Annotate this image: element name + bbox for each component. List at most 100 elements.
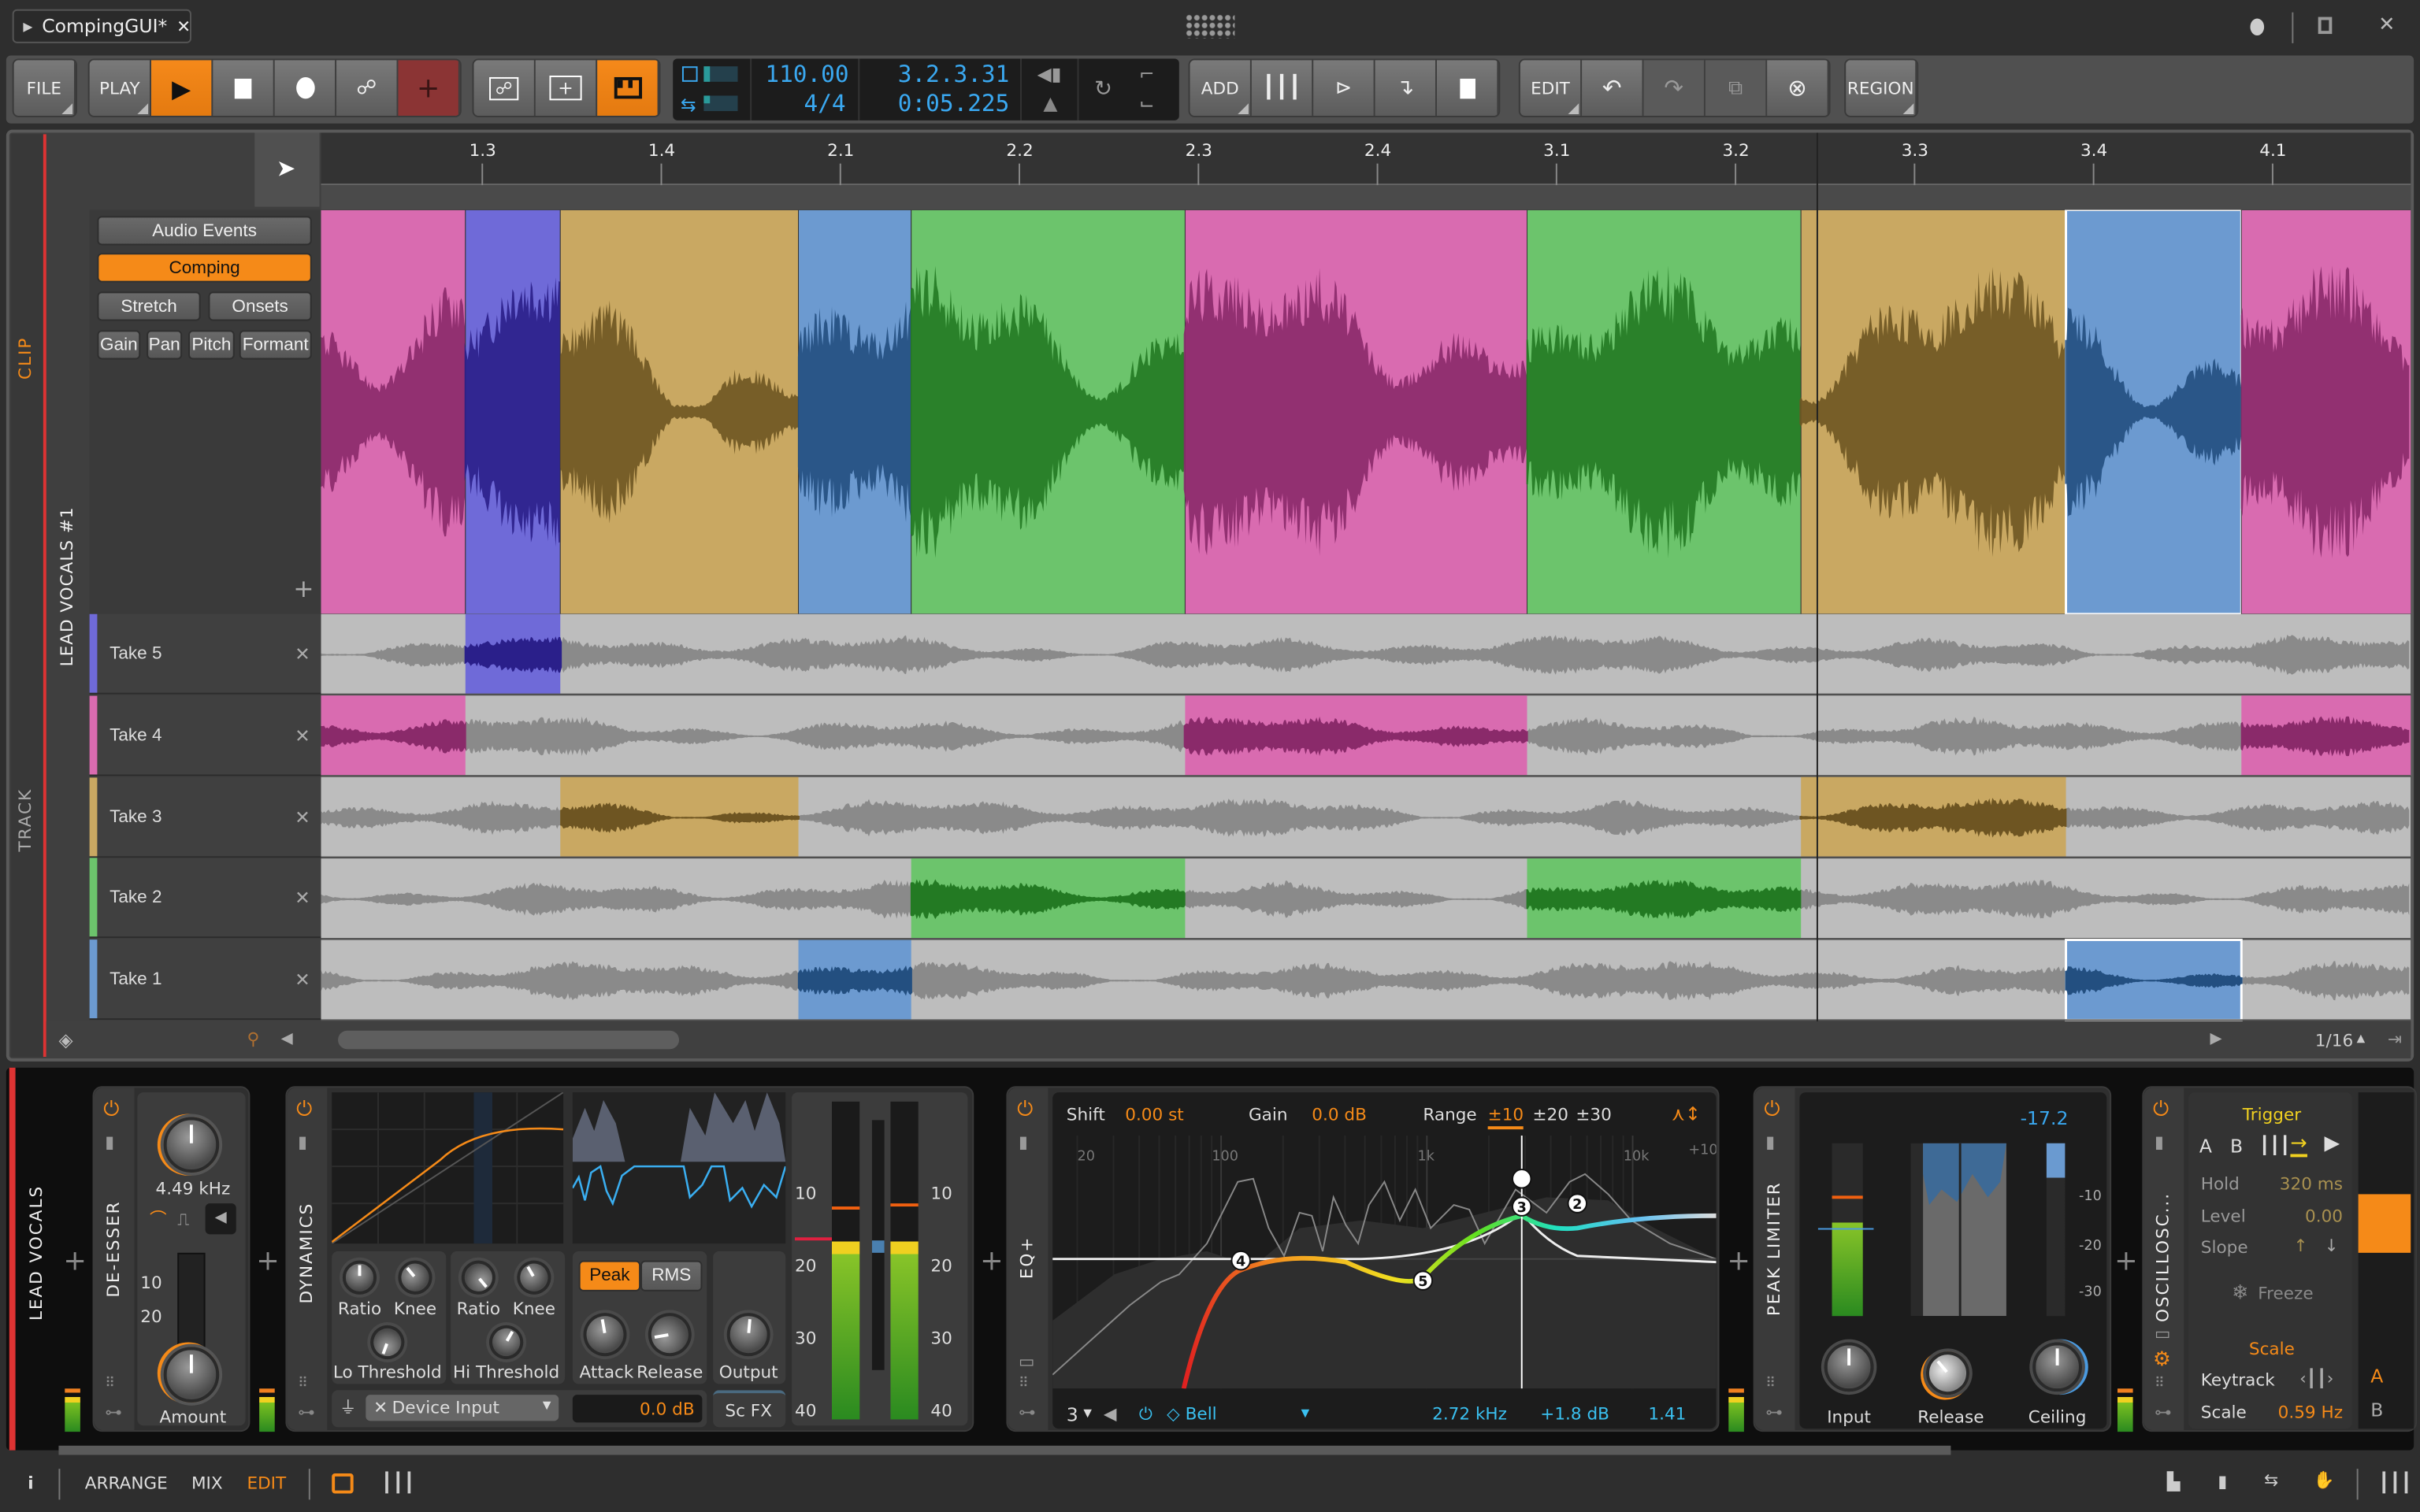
gain-button[interactable]: Gain	[97, 330, 141, 360]
comping-button[interactable]: Comping	[97, 253, 312, 283]
take-header[interactable]: Take 5 ✕	[89, 613, 321, 695]
play-button[interactable]: ▶	[150, 60, 213, 116]
remove-take-icon[interactable]: ✕	[295, 643, 310, 665]
eq-node-label[interactable]: 4	[1236, 1254, 1245, 1270]
lo-ratio-knob[interactable]	[342, 1260, 377, 1295]
scroll-left-icon[interactable]: ◀	[281, 1032, 293, 1048]
inspector-clip-tab[interactable]: CLIP	[16, 337, 35, 380]
modulator-icon[interactable]: ⊶	[1019, 1404, 1036, 1421]
tool-selector[interactable]: ➤	[254, 132, 320, 207]
take-header[interactable]: Take 4 ✕	[89, 695, 321, 776]
undo-button[interactable]: ↶	[1582, 60, 1644, 116]
hi-threshold-knob[interactable]	[483, 1319, 530, 1366]
sidechain-fx-button[interactable]: Sc FX	[713, 1390, 786, 1428]
release-knob[interactable]	[1917, 1343, 1979, 1404]
trigger-a-button[interactable]: A	[2199, 1137, 2212, 1156]
preset-folder-icon[interactable]: ▮	[1019, 1134, 1028, 1151]
overdub-button[interactable]: ☍	[473, 60, 536, 116]
slope-down-button[interactable]: ↓	[2325, 1237, 2339, 1254]
band-power-icon[interactable]: ⏻	[1139, 1406, 1152, 1423]
modulator-icon[interactable]: ⊶	[105, 1404, 122, 1421]
stretch-button[interactable]: Stretch	[97, 291, 201, 321]
sidechain-icon[interactable]: ⏚	[340, 1399, 357, 1417]
adaptive-q-icon[interactable]: ⋏↕	[1672, 1105, 1701, 1124]
punch-out-icon[interactable]: ⌙	[1139, 94, 1155, 113]
scope-display[interactable]: A B	[2358, 1092, 2414, 1429]
release-knob[interactable]	[644, 1309, 696, 1360]
take-header[interactable]: Take 3 ✕	[89, 776, 321, 858]
preset-folder-icon[interactable]: ▮	[1765, 1134, 1775, 1151]
shift-value[interactable]: 0.00 st	[1125, 1106, 1184, 1124]
edit-button[interactable]: EDIT	[1520, 60, 1583, 116]
beat-position-display[interactable]: 3.2.3.31	[898, 62, 1010, 86]
add-effect-button[interactable]: ↴	[1375, 60, 1437, 116]
metronome-icon[interactable]: ▲	[1043, 94, 1057, 113]
channel-b-label[interactable]: B	[2370, 1401, 2383, 1420]
preset-folder-icon[interactable]: ▮	[105, 1134, 114, 1151]
add-instrument-button[interactable]: ┃┃┃	[1251, 60, 1314, 116]
modulator-icon[interactable]: ⊶	[1765, 1404, 1783, 1421]
play-menu-button[interactable]: PLAY	[89, 60, 151, 116]
grid-resolution[interactable]: 1/16	[2315, 1032, 2353, 1050]
mixer-panel-icon[interactable]: ┃┃┃	[2378, 1473, 2411, 1492]
io-panel-icon[interactable]: ⇆	[2264, 1472, 2278, 1489]
browser-icon[interactable]: ▙	[2167, 1473, 2181, 1491]
modulator-icon[interactable]: ⊶	[2155, 1404, 2172, 1421]
eq-node-label[interactable]: 2	[1572, 1197, 1582, 1213]
window-icon[interactable]: ▭	[2155, 1325, 2170, 1343]
tempo-display[interactable]: 110.00	[765, 62, 848, 86]
band-type-arrow-icon[interactable]: ▼	[1301, 1408, 1310, 1420]
hi-knee-knob[interactable]	[510, 1254, 558, 1301]
transfer-curve-graph[interactable]	[332, 1092, 564, 1244]
add-launcher-button[interactable]: +	[535, 60, 598, 116]
settings-gear-icon[interactable]: ⚙	[2153, 1350, 2171, 1369]
loop-icon[interactable]: ↻	[1094, 79, 1112, 100]
drag-handle-icon[interactable]: ⠿	[1019, 1377, 1029, 1392]
multi-panel-icon[interactable]: ┃┃┃	[381, 1473, 414, 1492]
stop-button[interactable]	[213, 60, 275, 116]
band-select-arrow-icon[interactable]: ▼	[1083, 1408, 1092, 1420]
freeze-icon[interactable]: ❄	[2232, 1284, 2248, 1303]
follow-playhead-icon[interactable]: ⇥	[2388, 1031, 2402, 1048]
project-tab[interactable]: ▶ CompingGUI* ✕	[12, 9, 191, 43]
punch-in-icon[interactable]: ⌐	[1139, 65, 1155, 83]
layers-icon[interactable]: ◈	[58, 1031, 72, 1050]
add-device-button[interactable]: +	[1727, 1247, 1750, 1276]
inspector-track-tab[interactable]: TRACK	[16, 788, 35, 852]
time-position-display[interactable]: 0:05.225	[898, 92, 1010, 116]
device-title[interactable]: EQ+	[1017, 1236, 1037, 1280]
ceiling-knob[interactable]	[2032, 1342, 2082, 1392]
playhead[interactable]	[1816, 132, 1818, 1021]
sidechain-gain-field[interactable]: 0.0 dB	[572, 1395, 703, 1423]
trigger-b-button[interactable]: B	[2230, 1137, 2243, 1156]
lo-threshold-knob[interactable]	[366, 1320, 410, 1365]
frequency-knob[interactable]	[163, 1117, 220, 1173]
split-icon[interactable]: ⎍	[177, 1211, 189, 1228]
eq-node-label[interactable]: 3	[1517, 1200, 1527, 1216]
power-icon[interactable]: ⏻	[2153, 1100, 2169, 1120]
hi-ratio-knob[interactable]	[454, 1253, 503, 1302]
track-name[interactable]: LEAD VOCALS #1	[57, 506, 76, 666]
eq-graph[interactable]: 201001k10k+10-104532	[1052, 1135, 1717, 1389]
device-title[interactable]: OSCILLOSC...	[2153, 1192, 2173, 1322]
remove-take-icon[interactable]: ✕	[295, 888, 310, 909]
horizontal-scrollbar[interactable]	[338, 1030, 680, 1050]
preset-folder-icon[interactable]: ▮	[2155, 1134, 2164, 1151]
drag-handle-icon[interactable]: ⠿	[298, 1377, 308, 1392]
close-window-icon[interactable]: ✕	[2378, 16, 2395, 35]
band-gain-value[interactable]: +1.8 dB	[1540, 1406, 1609, 1423]
add-button[interactable]: ADD	[1190, 60, 1252, 116]
trigger-free-icon[interactable]: →	[2290, 1134, 2307, 1158]
eq-node-label[interactable]: 5	[1418, 1274, 1427, 1290]
paste-button[interactable]: ⧉	[1705, 60, 1768, 116]
add-file-button[interactable]	[1436, 60, 1499, 116]
band-solo-speaker-icon[interactable]: ◀	[1104, 1406, 1117, 1423]
record-dot-icon[interactable]	[2250, 18, 2265, 36]
grid-up-icon[interactable]: ▲	[2357, 1033, 2366, 1045]
level-value[interactable]: 0.00	[2305, 1208, 2343, 1225]
range-30-button[interactable]: ±30	[1576, 1106, 1611, 1124]
comp-lanes[interactable]	[321, 209, 2411, 1021]
edit-view-tab[interactable]: EDIT	[247, 1475, 286, 1492]
device-title[interactable]: DE-ESSER	[103, 1200, 123, 1297]
grid-toggle-button[interactable]	[597, 60, 659, 116]
